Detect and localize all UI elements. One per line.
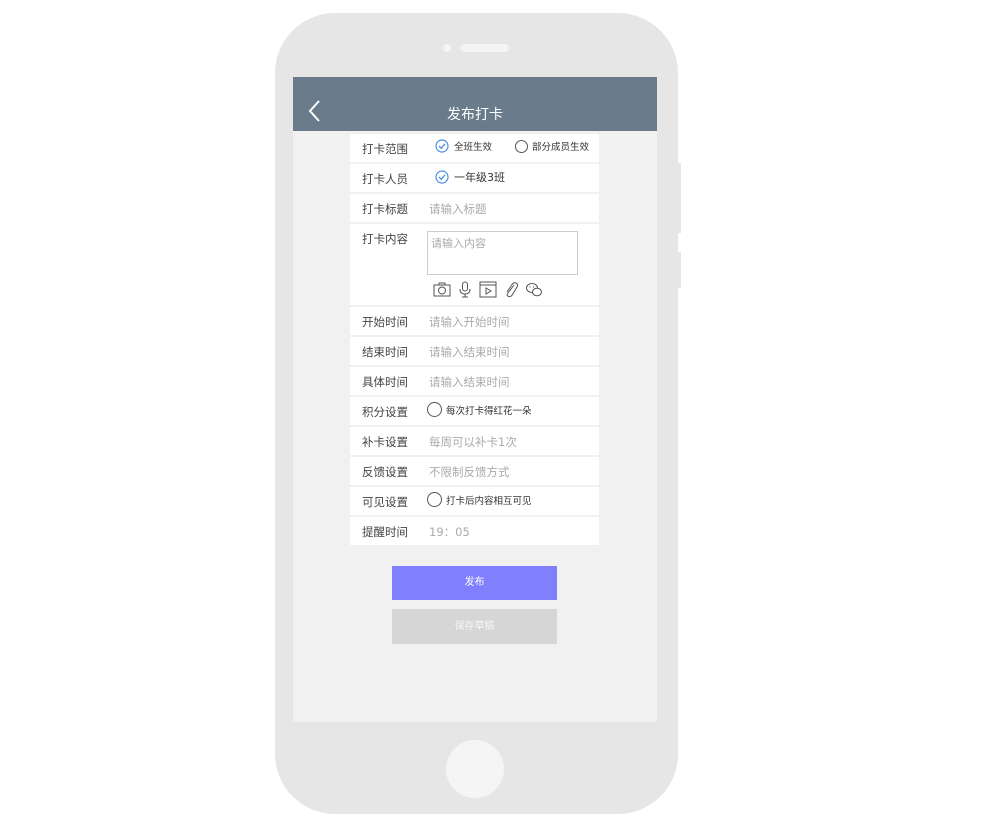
row-specific-time: 具体时间 请输入结束时间 [350, 367, 599, 395]
title-input[interactable]: 请输入标题 [429, 201, 487, 217]
reminder-time-input[interactable]: 19：05 [429, 524, 470, 540]
radio-circle-icon [515, 139, 528, 153]
field-label: 结束时间 [362, 345, 408, 359]
row-title: 打卡标题 请输入标题 [350, 194, 599, 222]
row-members: 打卡人员 一年级3班 [350, 164, 599, 192]
field-label: 打卡范围 [362, 142, 408, 156]
field-label: 打卡标题 [362, 202, 408, 216]
members-option[interactable]: 一年级3班 [435, 169, 505, 185]
row-reminder: 提醒时间 19：05 [350, 517, 599, 545]
screen: 发布打卡 打卡范围 全班生效 部分成员生效 打卡人员 一年级3班 打卡标题 请输… [293, 77, 657, 722]
radio-circle-icon [427, 492, 442, 507]
save-draft-button[interactable]: 保存草稿 [392, 609, 557, 644]
speaker [460, 44, 509, 52]
row-makeup: 补卡设置 每周可以补卡1次 [350, 427, 599, 455]
field-label: 具体时间 [362, 375, 408, 389]
page-title: 发布打卡 [447, 107, 503, 123]
scope-part-option[interactable]: 部分成员生效 [515, 139, 589, 153]
start-time-input[interactable]: 请输入开始时间 [429, 314, 510, 330]
points-option[interactable]: 每次打卡得红花一朵 [427, 402, 532, 417]
field-label: 补卡设置 [362, 435, 408, 449]
field-label: 可见设置 [362, 495, 408, 509]
row-end-time: 结束时间 请输入结束时间 [350, 337, 599, 365]
field-label: 开始时间 [362, 315, 408, 329]
row-visibility: 可见设置 打卡后内容相互可见 [350, 487, 599, 515]
option-label: 打卡后内容相互可见 [446, 495, 532, 507]
home-button[interactable] [446, 740, 504, 798]
field-label: 反馈设置 [362, 465, 408, 479]
field-label: 积分设置 [362, 405, 408, 419]
side-button [677, 163, 681, 233]
camera-icon[interactable] [433, 281, 451, 298]
microphone-icon[interactable] [456, 281, 474, 298]
row-feedback: 反馈设置 不限制反馈方式 [350, 457, 599, 485]
option-label: 一年级3班 [454, 171, 505, 184]
field-label: 打卡内容 [362, 232, 408, 246]
header-bar: 发布打卡 [293, 77, 657, 131]
feedback-value[interactable]: 不限制反馈方式 [429, 464, 510, 480]
field-label: 打卡人员 [362, 172, 408, 186]
specific-time-input[interactable]: 请输入结束时间 [429, 374, 510, 390]
option-label: 每次打卡得红花一朵 [446, 405, 532, 417]
video-icon[interactable] [479, 281, 497, 298]
content-textarea[interactable]: 请输入内容 [427, 231, 578, 275]
wechat-icon[interactable] [525, 281, 543, 298]
row-scope: 打卡范围 全班生效 部分成员生效 [350, 134, 599, 162]
checkin-form: 打卡范围 全班生效 部分成员生效 打卡人员 一年级3班 打卡标题 请输入标题 打… [350, 134, 599, 547]
row-content: 打卡内容 请输入内容 [350, 224, 599, 305]
row-start-time: 开始时间 请输入开始时间 [350, 307, 599, 335]
check-circle-icon [435, 170, 449, 184]
publish-button[interactable]: 发布 [392, 566, 557, 600]
option-label: 部分成员生效 [532, 142, 590, 153]
media-toolbar [433, 281, 543, 298]
end-time-input[interactable]: 请输入结束时间 [429, 344, 510, 360]
makeup-value[interactable]: 每周可以补卡1次 [429, 434, 517, 450]
attachment-icon[interactable] [502, 281, 520, 298]
field-label: 提醒时间 [362, 525, 408, 539]
radio-circle-icon [427, 402, 442, 417]
front-camera [443, 44, 451, 52]
visibility-option[interactable]: 打卡后内容相互可见 [427, 492, 532, 507]
scope-all-option[interactable]: 全班生效 [435, 139, 492, 153]
side-button [677, 252, 681, 288]
row-points: 积分设置 每次打卡得红花一朵 [350, 397, 599, 425]
option-label: 全班生效 [454, 142, 493, 153]
check-circle-icon [435, 139, 449, 153]
